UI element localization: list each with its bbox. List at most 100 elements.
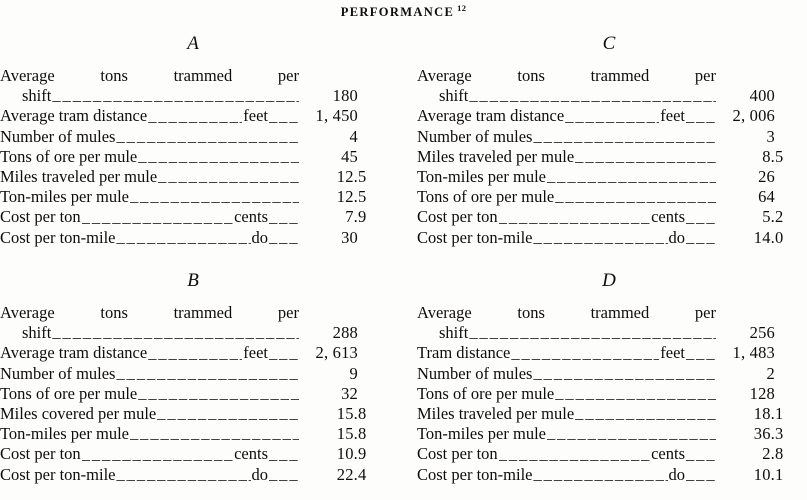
block-label-d: D (602, 270, 616, 291)
table-row: Tons of ore per mule 45 (0, 147, 390, 167)
value-integer-part: 8. (762, 146, 775, 166)
value-integer-part: 128 (749, 383, 775, 403)
row-label-text: Miles traveled per mule (417, 404, 575, 424)
leader-dots (138, 385, 299, 401)
row-label: Miles traveled per mule (417, 147, 717, 167)
performance-table-d: Average tons trammed pershift256Tram dis… (417, 303, 807, 485)
block-label-c: C (602, 33, 616, 54)
row-label-wrap: Tons of ore per mule (417, 187, 717, 207)
row-value: 15. 8 (300, 404, 390, 424)
leader-dots-trailing (269, 446, 299, 462)
row-label-text: Tons of ore per mule (417, 383, 555, 403)
row-unit: cents (234, 207, 268, 227)
table-row: Ton-miles per mule 12. 5 (0, 187, 390, 207)
performance-block-d: D Average tons trammed pershift256Tram d… (417, 270, 807, 485)
row-value (300, 66, 390, 86)
row-value-number: 15. 8 (300, 424, 388, 444)
row-value-number: 12. 5 (300, 187, 388, 207)
page-title-text: PERFORMANCE (340, 5, 455, 20)
row-value-number: 8. 5 (717, 147, 805, 167)
row-label-text: Ton-miles per mule (417, 167, 546, 187)
row-label-text: Average tons trammed per (0, 66, 299, 85)
leader-dots-trailing (269, 345, 299, 361)
row-label: Cost per ton cents (417, 207, 717, 227)
value-integer-part: 9 (349, 363, 358, 383)
row-unit: cents (651, 444, 685, 464)
value-fraction-part (775, 167, 805, 187)
leader-dots (52, 324, 299, 340)
block-label-b: B (187, 270, 199, 291)
row-value-number: 1, 483 (717, 343, 805, 363)
row-value: 1, 483 (717, 343, 807, 363)
row-value: 12. 5 (300, 187, 390, 207)
row-label-text: Average tram distance (0, 106, 148, 126)
leader-dots (533, 229, 667, 245)
row-value-number: 3 (717, 127, 805, 147)
row-value: 2 (717, 364, 807, 384)
table-row: Average tram distance feet 1, 450 (0, 106, 390, 126)
row-label: Number of mules (417, 364, 717, 384)
row-unit: cents (234, 444, 268, 464)
table-row: Cost per ton-mile do 10. 1 (417, 465, 807, 485)
leader-dots-trailing (686, 345, 716, 361)
leader-dots (148, 108, 242, 124)
leader-dots-trailing (269, 108, 299, 124)
row-value-number: 36. 3 (717, 424, 805, 444)
table-row: Cost per ton cents 7. 9 (0, 207, 390, 227)
value-integer-part: 2, 613 (315, 343, 358, 363)
value-fraction-part: 8 (775, 444, 784, 464)
row-label-wrap: Average tram distance feet (0, 343, 300, 363)
leader-dots (116, 365, 299, 381)
row-value: 5. 2 (717, 207, 807, 227)
row-value-number: 2 (717, 364, 805, 384)
leader-dots (148, 345, 242, 361)
row-value-number: 128 (717, 384, 805, 404)
row-value: 1, 450 (300, 106, 390, 126)
row-label: Cost per ton-mile do (417, 228, 717, 248)
table-row: Average tons trammed per (417, 66, 807, 86)
value-fraction-part (358, 323, 388, 343)
leader-dots (575, 405, 716, 421)
row-label-text: Miles traveled per mule (417, 146, 575, 166)
value-integer-part: 10. (336, 444, 358, 464)
leader-dots (158, 168, 299, 184)
row-label: Tram distance feet (417, 343, 717, 363)
table-row: Miles covered per mule 15. 8 (0, 404, 390, 424)
value-integer-part: 256 (749, 323, 775, 343)
row-label-text: Average tons trammed per (417, 303, 716, 322)
table-row: Cost per ton cents 5. 2 (417, 207, 807, 227)
leader-dots (157, 405, 299, 421)
row-unit: do (668, 464, 686, 484)
leader-dots (547, 168, 716, 184)
value-integer-part: 2, 006 (732, 106, 775, 126)
row-label-wrap: Miles traveled per mule (417, 147, 717, 167)
value-integer-part: 18. (753, 404, 775, 424)
table-row: Number of mules 3 (417, 127, 807, 147)
table-row: Ton-miles per mule 15. 8 (0, 424, 390, 444)
value-integer-part: 2 (766, 363, 775, 383)
leader-dots-trailing (269, 229, 299, 245)
row-label: Average tons trammed per (417, 303, 717, 323)
table-row: Miles traveled per mule 12. 5 (0, 167, 390, 187)
row-label-wrap: Cost per ton-mile do (417, 228, 717, 248)
row-value: 2. 8 (717, 444, 807, 464)
row-label-wrap: Ton-miles per mule (0, 187, 300, 207)
row-label-wrap: shift (0, 86, 300, 106)
row-label-wrap: Number of mules (417, 364, 717, 384)
row-value (717, 303, 807, 323)
value-integer-part: 10. (753, 464, 775, 484)
row-value: 288 (300, 323, 390, 343)
row-unit: feet (660, 106, 685, 126)
row-label-wrap: Tons of ore per mule (417, 384, 717, 404)
table-row: Tram distance feet 1, 483 (417, 343, 807, 363)
value-fraction-part (775, 323, 805, 343)
row-label: shift (417, 86, 717, 106)
row-label-text: Tram distance (417, 343, 511, 363)
value-integer-part: 15. (336, 424, 358, 444)
row-label: Average tram distance feet (0, 106, 300, 126)
row-label: Average tons trammed per (0, 66, 300, 86)
row-label: Ton-miles per mule (0, 187, 300, 207)
table-row: Cost per ton cents 10. 9 (0, 444, 390, 464)
row-value: 9 (300, 364, 390, 384)
leader-dots-trailing (686, 229, 716, 245)
